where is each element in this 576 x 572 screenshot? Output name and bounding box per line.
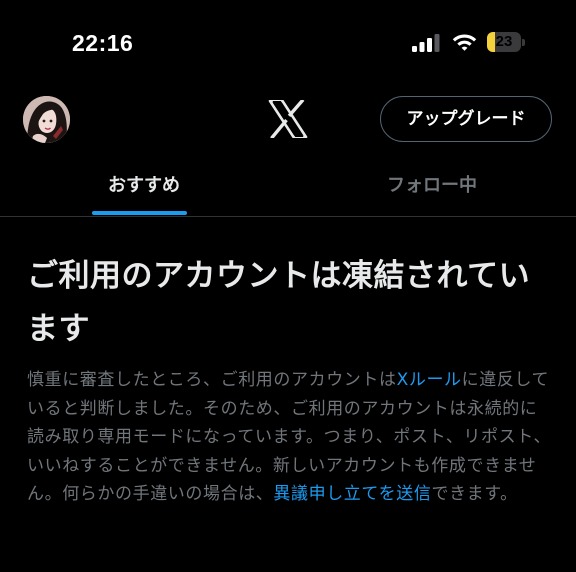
tab-recommended[interactable]: おすすめ (0, 154, 288, 216)
tab-following-label: フォロー中 (387, 175, 477, 196)
tab-recommended-label: おすすめ (108, 175, 180, 196)
avatar-image (23, 96, 70, 143)
top-bar: アップグレード (0, 86, 576, 154)
upgrade-button[interactable]: アップグレード (380, 96, 552, 142)
x-rules-link[interactable]: Xルール (397, 370, 462, 390)
battery-body: 23 (487, 32, 521, 52)
battery-indicator: 23 (487, 32, 525, 52)
active-tab-indicator (92, 211, 187, 215)
tab-following[interactable]: フォロー中 (288, 154, 576, 216)
battery-level: 23 (495, 33, 513, 50)
notice-title: ご利用のアカウントは凍結されています (27, 258, 531, 347)
battery-tip (522, 39, 525, 46)
status-bar: 22:16 23 (0, 0, 576, 86)
submit-appeal-link[interactable]: 異議申し立てを送信 (273, 484, 431, 504)
notice-body: 慎重に審査したところ、ご利用のアカウントはXルールに違反していると判断しました。… (27, 366, 553, 509)
suspension-notice: ご利用のアカウントは凍結されています 慎重に審査したところ、ご利用のアカウントは… (27, 250, 553, 504)
wifi-icon (452, 34, 477, 51)
notice-text-part3: できます。 (431, 484, 518, 504)
timeline-tabs: おすすめ フォロー中 (0, 154, 576, 217)
cellular-signal-icon (412, 34, 440, 52)
avatar[interactable] (23, 96, 70, 143)
notice-text-part1: 慎重に審査したところ、ご利用のアカウントは (27, 370, 397, 390)
status-time: 22:16 (72, 30, 134, 56)
x-logo-icon (268, 100, 308, 138)
